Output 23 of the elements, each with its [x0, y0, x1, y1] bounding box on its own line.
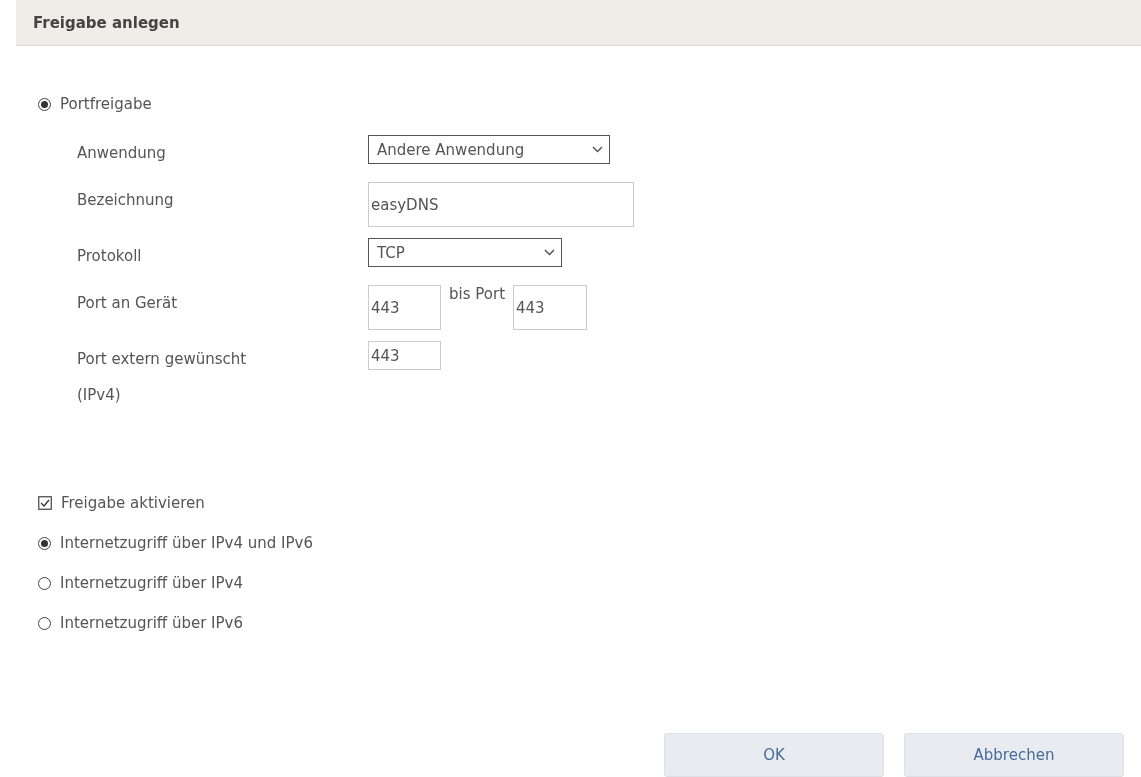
chevron-down-icon: [544, 249, 555, 256]
checkbox[interactable]: [38, 496, 52, 510]
radio-label: Portfreigabe: [60, 95, 152, 113]
dialog-title: Freigabe anlegen: [33, 13, 180, 32]
input-field[interactable]: easyDNS: [368, 182, 634, 227]
radio-label: Internetzugriff über IPv6: [60, 614, 243, 632]
field-label: bis Port: [449, 285, 505, 303]
checkbox-label: Freigabe aktivieren: [61, 494, 205, 512]
radio-label: Internetzugriff über IPv4 und IPv6: [60, 534, 313, 552]
cancel-button[interactable]: Abbrechen: [904, 733, 1124, 777]
input-field[interactable]: 443: [368, 341, 441, 370]
radio-label: Internetzugriff über IPv4: [60, 574, 243, 592]
dropdown[interactable]: Andere Anwendung: [368, 135, 610, 164]
field-label: Bezeichnung: [77, 190, 175, 211]
field-label: Port extern gewünscht (IPv4): [77, 349, 248, 406]
input-field[interactable]: 443: [368, 285, 441, 330]
field-label: Anwendung: [77, 143, 167, 164]
chevron-down-icon: [592, 146, 603, 153]
field-label: Port an Gerät: [77, 293, 179, 314]
ok-button[interactable]: OK: [664, 733, 884, 777]
dropdown[interactable]: TCP: [368, 238, 562, 267]
input-field[interactable]: 443: [513, 285, 587, 330]
field-label: Protokoll: [77, 246, 143, 267]
